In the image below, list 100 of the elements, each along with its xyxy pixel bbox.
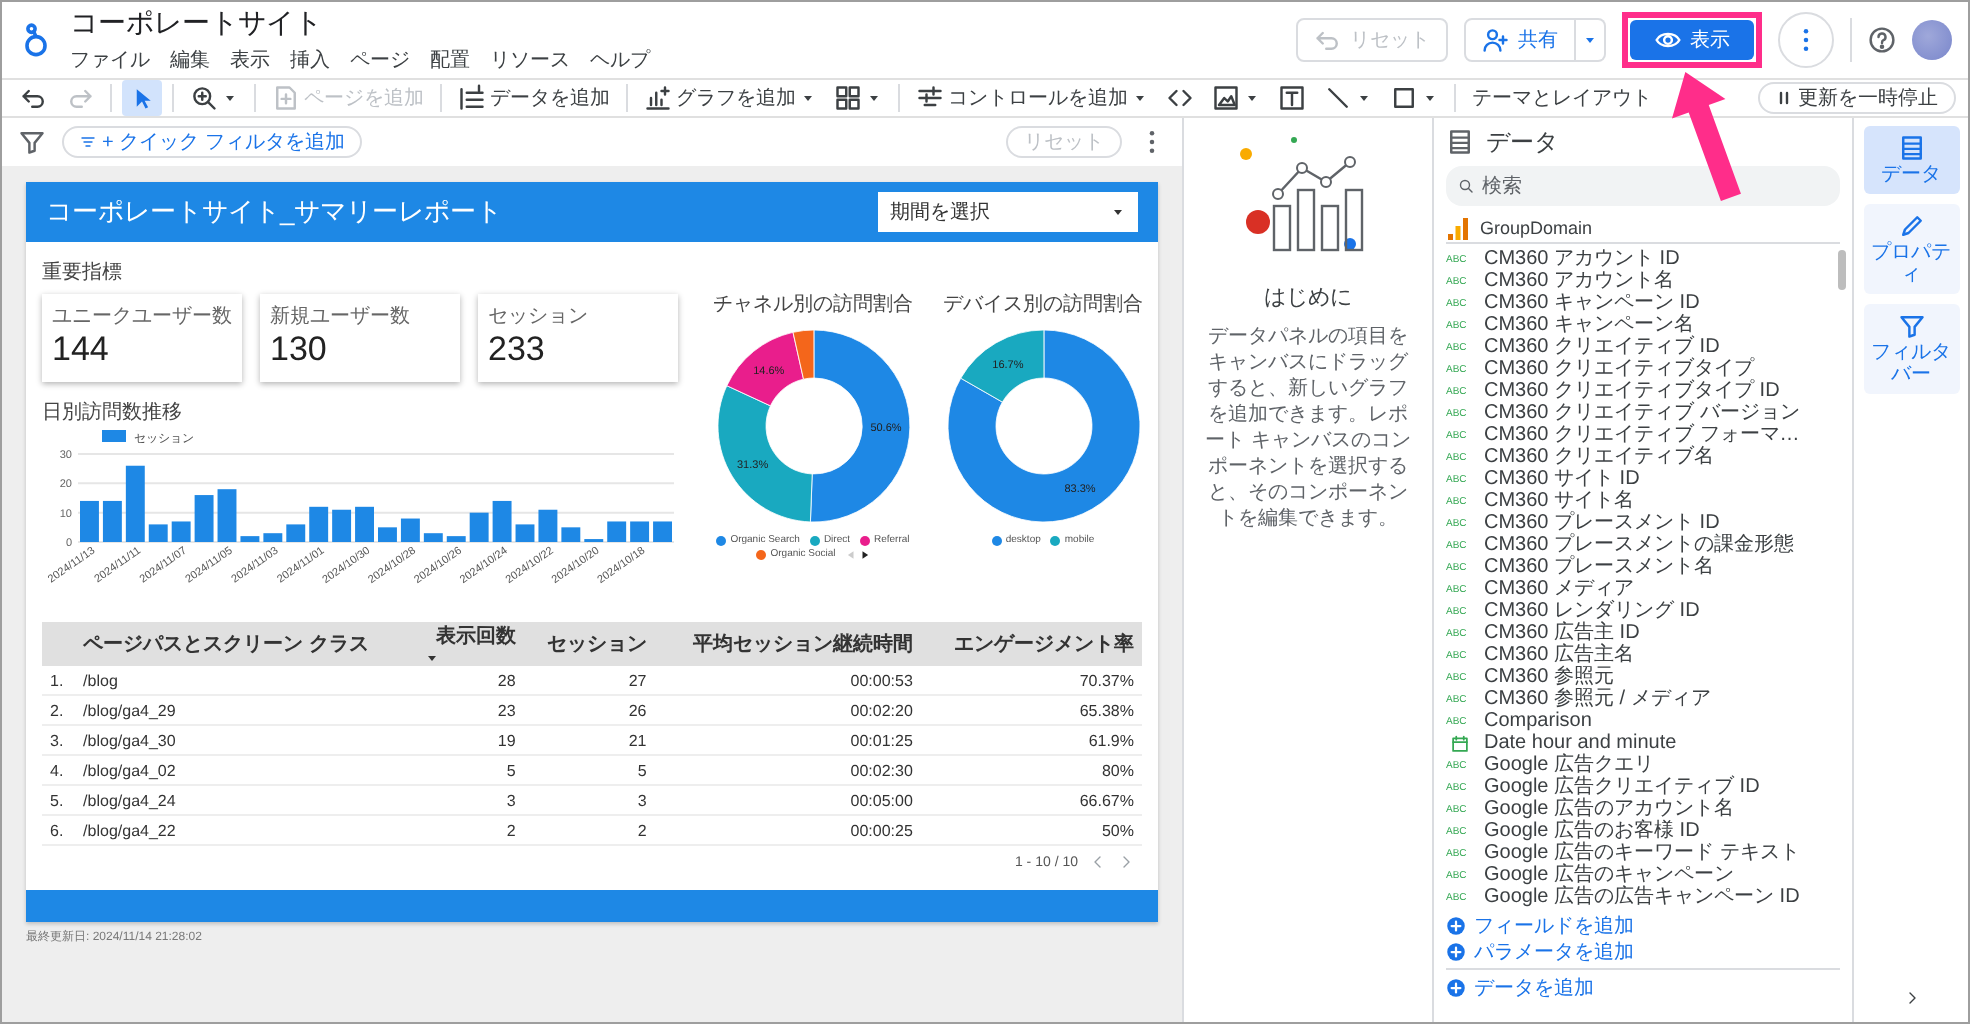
bar bbox=[607, 521, 627, 542]
bar bbox=[653, 521, 672, 542]
field-name: CM360 プレースメント名 bbox=[1484, 556, 1715, 578]
field-name: Google 広告のキーワード テキスト bbox=[1484, 842, 1800, 864]
field-name: CM360 クリエイティブタイプ bbox=[1484, 358, 1755, 380]
table-cell: 50% bbox=[920, 815, 1142, 845]
bar bbox=[240, 536, 260, 542]
pencil-icon bbox=[1897, 212, 1925, 240]
menu-item[interactable]: リソース bbox=[490, 46, 570, 74]
add-field-link[interactable]: フィールドを追加 bbox=[1446, 914, 1840, 938]
table-cell: /blog/ga4_22 bbox=[75, 815, 416, 845]
bar bbox=[217, 489, 237, 542]
table-cell: 65.38% bbox=[920, 695, 1142, 725]
quick-filter-button[interactable]: + クイック フィルタを追加 bbox=[62, 126, 363, 158]
column-header[interactable]: エンゲージメント率 bbox=[920, 622, 1142, 666]
table-cell: /blog/ga4_30 bbox=[75, 725, 416, 755]
side-tab[interactable]: フィルタバー bbox=[1863, 304, 1959, 394]
bar bbox=[446, 536, 466, 542]
menu-item[interactable]: ヘルプ bbox=[590, 46, 650, 74]
zoom-icon bbox=[190, 84, 218, 112]
plus-icon bbox=[1446, 978, 1466, 998]
field-name: Google 広告クリエイティブ ID bbox=[1484, 776, 1760, 798]
toolbar-button[interactable]: グラフを追加 bbox=[638, 80, 822, 116]
view-button[interactable]: 表示 bbox=[1630, 20, 1754, 60]
side-tab[interactable]: データ bbox=[1863, 126, 1959, 194]
field-name: CM360 広告主 ID bbox=[1484, 622, 1640, 644]
field-name: Date hour and minute bbox=[1484, 732, 1677, 754]
side-tab[interactable]: プロパティ bbox=[1863, 204, 1959, 294]
table-cell: 19 bbox=[415, 725, 524, 755]
field-name: CM360 レンダリング ID bbox=[1484, 600, 1700, 622]
menu-item[interactable]: 挿入 bbox=[290, 46, 330, 74]
row-number: 6. bbox=[42, 815, 76, 845]
previous-page-button[interactable] bbox=[1090, 854, 1106, 870]
image-icon bbox=[1212, 84, 1240, 112]
bar bbox=[309, 506, 329, 542]
next-icon[interactable] bbox=[859, 549, 870, 559]
bar bbox=[332, 509, 352, 542]
menu-item[interactable]: ページ bbox=[350, 46, 410, 74]
report-title: コーポレートサイト bbox=[70, 6, 324, 42]
intro-text: データパネルの項目をキャンバスにドラッグすると、新しいグラフを追加できます。レポート キャンバスのコンポーネントを選択すると、そのコンポーネントを編集できます。 bbox=[1203, 324, 1413, 532]
bar bbox=[561, 527, 581, 542]
bar bbox=[125, 465, 145, 542]
avatar[interactable] bbox=[1912, 20, 1952, 60]
date-range-dropdown[interactable]: 期間を選択 bbox=[878, 192, 1138, 232]
row-number: 3. bbox=[42, 725, 76, 755]
bar bbox=[469, 512, 489, 542]
field-name: CM360 クリエイティブ名 bbox=[1484, 446, 1715, 468]
add-data-link[interactable]: データを追加 bbox=[1446, 976, 1840, 1000]
chart-title: デバイス別の訪問割合 bbox=[943, 291, 1143, 318]
table-cell: /blog/ga4_29 bbox=[75, 695, 416, 725]
field-name: CM360 広告主名 bbox=[1484, 644, 1635, 666]
bar bbox=[492, 500, 512, 542]
pause-updates-button[interactable]: 更新を一時停止 bbox=[1758, 82, 1956, 114]
menu-item[interactable]: 編集 bbox=[170, 46, 210, 74]
scorecard-label: 新規ユーザー数 bbox=[270, 303, 412, 330]
caret-icon bbox=[1110, 204, 1126, 220]
data-source-name[interactable]: GroupDomain bbox=[1480, 217, 1593, 237]
toolbar-button[interactable]: テーマとレイアウト bbox=[1466, 80, 1658, 116]
search-field[interactable]: 検索 bbox=[1446, 166, 1840, 206]
scorecard-value: 130 bbox=[270, 330, 329, 370]
column-header[interactable]: 表示回数 bbox=[415, 622, 524, 666]
chevron-left-icon bbox=[1090, 854, 1106, 870]
column-header[interactable]: セッション bbox=[523, 622, 655, 666]
chart-title: チャネル別の訪問割合 bbox=[713, 291, 913, 318]
field-name: CM360 アカウント ID bbox=[1484, 248, 1680, 270]
cursor-button[interactable] bbox=[122, 80, 162, 116]
bar bbox=[171, 521, 191, 542]
toolbar-button[interactable]: データを追加 bbox=[452, 80, 616, 116]
table-cell: /blog/ga4_24 bbox=[75, 785, 416, 815]
person-icon bbox=[1482, 26, 1510, 54]
column-header[interactable]: ページパスとスクリーン クラス bbox=[75, 622, 416, 666]
table-cell: 23 bbox=[415, 695, 524, 725]
toolbar-button[interactable]: コントロールを追加 bbox=[910, 80, 1154, 116]
field-name: CM360 参照元 bbox=[1484, 666, 1615, 688]
table-cell: 2 bbox=[523, 815, 655, 845]
field-item[interactable]: Date hour and minute bbox=[1446, 732, 1840, 754]
share-button[interactable]: 共有 bbox=[1464, 18, 1576, 62]
table-cell: 00:02:30 bbox=[654, 755, 921, 785]
sliders-icon bbox=[916, 84, 944, 112]
table-cell: 3 bbox=[415, 785, 524, 815]
row-number: 4. bbox=[42, 755, 76, 785]
menu-item[interactable]: 配置 bbox=[430, 46, 470, 74]
add-parameter-link[interactable]: パラメータを追加 bbox=[1446, 940, 1840, 964]
table-cell: 26 bbox=[523, 695, 655, 725]
field-name: Google 広告のお客様 ID bbox=[1484, 820, 1700, 842]
bar-chart-icon bbox=[1446, 215, 1470, 239]
scorecard-value: 233 bbox=[488, 330, 547, 370]
field-name: CM360 プレースメントの課金形態 bbox=[1484, 534, 1795, 556]
bar bbox=[423, 533, 443, 542]
scorecard-label: ユニークユーザー数 bbox=[52, 304, 232, 330]
menu-item[interactable]: 表示 bbox=[230, 46, 270, 74]
table-cell: /blog bbox=[75, 666, 416, 695]
section-heading: 重要指標 bbox=[42, 259, 124, 286]
menu-item[interactable]: ファイル bbox=[70, 46, 150, 74]
bar bbox=[102, 500, 122, 542]
column-header[interactable]: 平均セッション継続時間 bbox=[654, 622, 921, 666]
page-plus-icon bbox=[272, 84, 300, 112]
next-page-button[interactable] bbox=[1118, 854, 1134, 870]
scrollbar[interactable] bbox=[1838, 250, 1846, 290]
help-icon bbox=[1868, 26, 1896, 54]
